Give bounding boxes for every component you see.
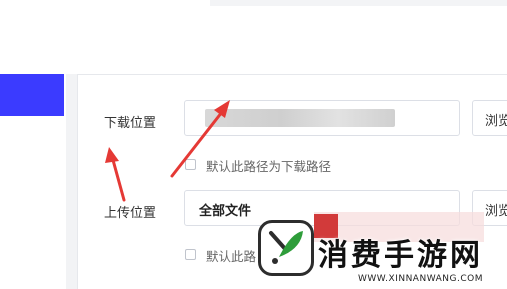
watermark-logo-icon bbox=[258, 220, 314, 276]
arrow-to-download-label bbox=[105, 147, 126, 202]
watermark-title: 消费手游网 bbox=[318, 238, 483, 273]
watermark: 消费手游网 WWW.XINNANWANG.COM bbox=[258, 212, 507, 289]
watermark-url: WWW.XINNANWANG.COM bbox=[358, 274, 483, 284]
arrow-to-download-path bbox=[170, 100, 230, 178]
